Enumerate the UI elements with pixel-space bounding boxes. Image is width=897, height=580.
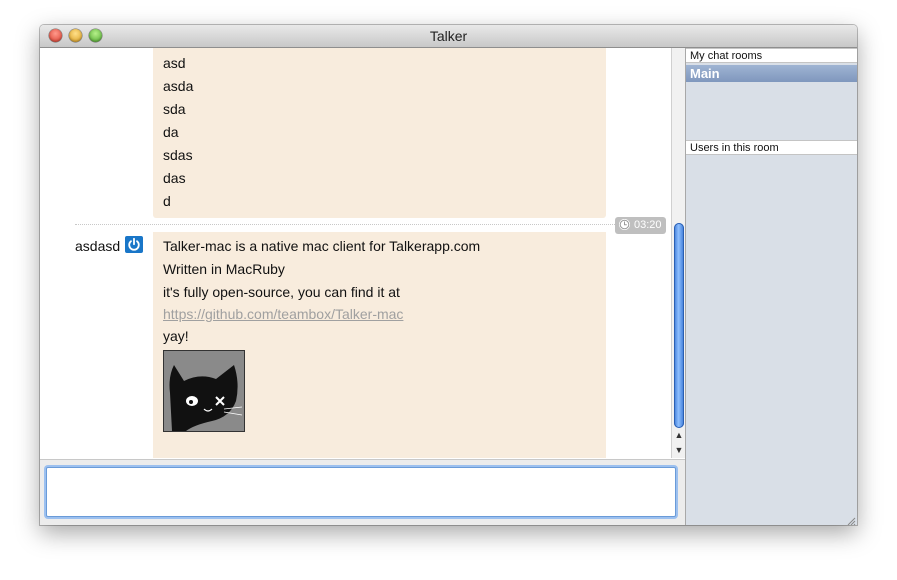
scroll-down-arrow-icon[interactable]: ▼ [673, 443, 685, 457]
message-line: da [163, 124, 179, 140]
sidebar: My chat rooms Main Users in this room [685, 48, 857, 525]
message-line: sda [163, 101, 186, 117]
message-input[interactable] [46, 467, 676, 517]
window-title: Talker [429, 28, 468, 44]
chat-rooms-header: My chat rooms [686, 48, 857, 63]
message-block: Talker-mac is a native mac client for Ta… [153, 232, 606, 458]
title-bar: Talker [40, 25, 857, 48]
resize-grip-icon[interactable] [846, 513, 856, 525]
talker-window: Talker asd asda sda da sdas das d 03:20 … [40, 25, 857, 525]
message-line: asda [163, 78, 194, 94]
message-line: asd [163, 55, 186, 71]
message-username: asdasd [75, 238, 121, 254]
room-item-main[interactable]: Main [686, 65, 857, 82]
cat-image [163, 350, 245, 432]
message-line: d [163, 193, 171, 209]
message-input-area [40, 459, 685, 525]
users-header: Users in this room [686, 140, 857, 155]
message-line: Talker-mac is a native mac client for Ta… [163, 238, 481, 254]
message-line: it's fully open-source, you can find it … [163, 284, 400, 300]
github-link[interactable]: https://github.com/teambox/Talker-mac [163, 306, 403, 322]
scroll-up-arrow-icon[interactable]: ▲ [673, 428, 685, 442]
scroll-thumb[interactable] [674, 223, 684, 428]
chat-scrollbar[interactable]: ▲ ▼ [671, 48, 686, 458]
chat-log: asd asda sda da sdas das d 03:20 asdasd [40, 48, 671, 458]
message-link-line: https://github.com/teambox/Talker-mac [153, 304, 606, 325]
message-line: Written in MacRuby [163, 261, 285, 277]
clock-icon [619, 219, 630, 230]
message-line: yay! [163, 328, 189, 344]
timestamp-text: 03:20 [634, 219, 662, 231]
message-block-previous: asd asda sda da sdas das d [153, 48, 606, 218]
power-icon [125, 236, 143, 253]
message-separator [75, 224, 651, 225]
message-line: das [163, 170, 186, 186]
message-line: sdas [163, 147, 193, 163]
timestamp-badge: 03:20 [615, 217, 666, 234]
